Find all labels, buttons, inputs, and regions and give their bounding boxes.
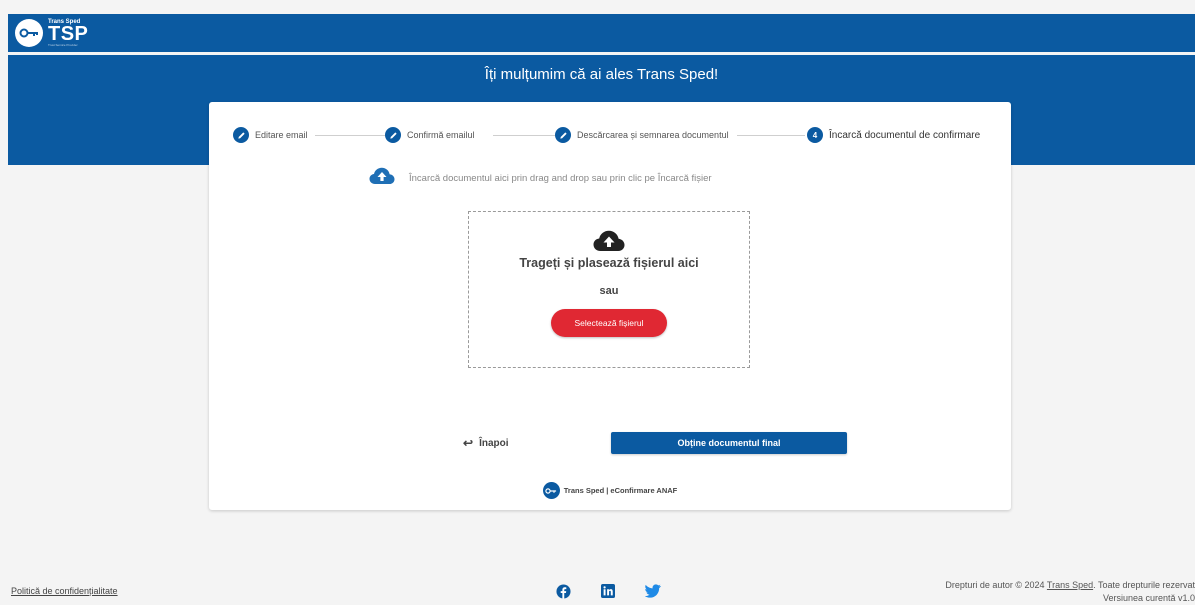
step-label: Descărcarea și semnarea documentul bbox=[577, 130, 729, 140]
step-upload-confirmation[interactable]: 4 Încarcă documentul de confirmare bbox=[807, 127, 980, 143]
step-label: Confirmă emailul bbox=[407, 130, 475, 140]
step-connector bbox=[493, 135, 555, 136]
top-bar: Trans Sped TSP Trust Service Provider bbox=[8, 14, 1195, 52]
step-download-sign[interactable]: Descărcarea și semnarea documentul bbox=[555, 127, 729, 143]
back-button[interactable]: ↩ Înapoi bbox=[463, 436, 509, 450]
privacy-policy-link[interactable]: Politică de confidențialitate bbox=[11, 586, 118, 596]
hint-text: Încarcă documentul aici prin drag and dr… bbox=[409, 173, 712, 184]
logo-tagline: Trust Service Provider bbox=[48, 43, 78, 47]
step-edit-email[interactable]: Editare email bbox=[233, 127, 308, 143]
select-file-button[interactable]: Selectează fișierul bbox=[551, 309, 667, 337]
card-footer: Trans Sped | eConfirmare ANAF bbox=[209, 482, 1011, 499]
tsp-logo[interactable]: Trans Sped TSP Trust Service Provider bbox=[15, 19, 88, 47]
cloud-upload-icon bbox=[369, 167, 395, 190]
card-footer-text: Trans Sped | eConfirmare ANAF bbox=[563, 486, 678, 495]
key-icon bbox=[542, 482, 560, 499]
welcome-title: Îți mulțumim că ai ales Trans Sped! bbox=[484, 66, 719, 83]
version-label: Versiunea curentă v1.0 bbox=[1102, 593, 1195, 603]
dropzone-or: sau bbox=[599, 285, 619, 297]
step-label: Încarcă documentul de confirmare bbox=[829, 129, 981, 141]
linkedin-icon[interactable] bbox=[600, 583, 616, 599]
step-connector bbox=[315, 135, 385, 136]
dropzone-title: Trageți și plasează fișierul aici bbox=[519, 256, 699, 270]
cloud-upload-icon bbox=[593, 230, 625, 257]
step-connector bbox=[737, 135, 805, 136]
arrow-left-icon: ↩ bbox=[463, 436, 474, 450]
get-final-document-button[interactable]: Obține documentul final bbox=[611, 432, 847, 454]
copyright-prefix: Drepturi de autor © 2024 bbox=[945, 580, 1045, 590]
step-confirm-email[interactable]: Confirmă emailul bbox=[385, 127, 475, 143]
file-dropzone[interactable]: Trageți și plasează fișierul aici sau Se… bbox=[468, 211, 750, 368]
facebook-icon[interactable] bbox=[555, 583, 571, 599]
key-icon bbox=[15, 19, 43, 47]
stepper: Editare email Confirmă emailul Descărcar… bbox=[233, 127, 987, 143]
upload-card: Editare email Confirmă emailul Descărcar… bbox=[209, 102, 1011, 510]
copyright: Drepturi de autor © 2024 Trans Sped. Toa… bbox=[945, 579, 1195, 605]
upload-hint: Încarcă documentul aici prin drag and dr… bbox=[369, 167, 712, 190]
step-label: Editare email bbox=[255, 130, 308, 140]
copyright-suffix: . Toate drepturile rezervat bbox=[1093, 580, 1195, 590]
trans-sped-link[interactable]: Trans Sped bbox=[1047, 580, 1093, 590]
back-label: Înapoi bbox=[479, 437, 509, 449]
pencil-icon bbox=[385, 127, 401, 143]
twitter-icon[interactable] bbox=[645, 583, 661, 599]
pencil-icon bbox=[233, 127, 249, 143]
logo-text: TSP bbox=[48, 23, 89, 45]
social-links bbox=[555, 583, 661, 599]
step-number: 4 bbox=[807, 127, 823, 143]
pencil-icon bbox=[555, 127, 571, 143]
